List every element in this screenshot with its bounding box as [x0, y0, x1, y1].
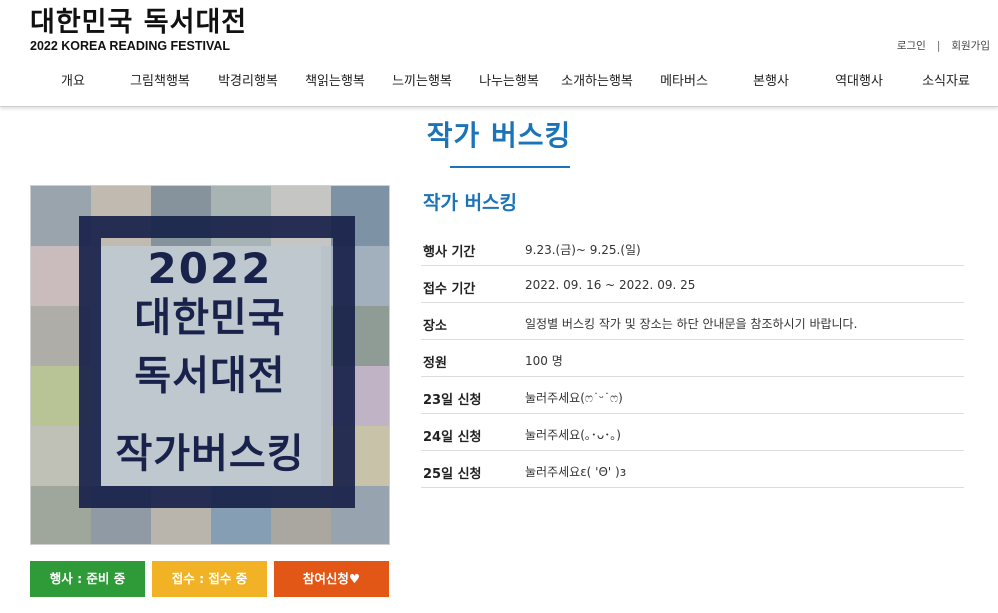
info-label: 23일 신청 — [423, 393, 482, 408]
info-row-apply-25: 25일 신청 눌러주세요ε( 'Θ' )з — [421, 451, 964, 488]
nav-item-feeling[interactable]: 느끼는행복 — [392, 70, 452, 89]
info-label: 행사 기간 — [423, 245, 476, 260]
info-row-apply-24: 24일 신청 눌러주세요(｡･ᴗ･｡) — [421, 414, 964, 451]
logo-korean: 대한민국 독서대전 — [30, 7, 248, 38]
info-table: 행사 기간 9.23.(금)~ 9.25.(일) 접수 기간 2022. 09.… — [421, 229, 964, 488]
info-label: 25일 신청 — [423, 467, 482, 482]
poster-line2: 독서대전 — [134, 353, 286, 399]
event-poster: 2022 대한민국 독서대전 작가버스킹 — [30, 185, 390, 545]
main-nav: 개요 그림책행복 박경리행복 책읽는행복 느끼는행복 나누는행복 소개하는행복 … — [0, 70, 998, 92]
info-value: 일정별 버스킹 작가 및 장소는 하단 안내문을 참조하시기 바랍니다. — [525, 317, 858, 331]
apply-23-link[interactable]: 눌러주세요(ෆ˙ᵕ˙ෆ) — [525, 389, 623, 406]
apply-24-link[interactable]: 눌러주세요(｡･ᴗ･｡) — [525, 426, 621, 443]
event-status-badge: 행사 : 준비 중 — [30, 561, 145, 597]
info-value: 2022. 09. 16 ~ 2022. 09. 25 — [525, 278, 696, 292]
info-row-apply-23: 23일 신청 눌러주세요(ෆ˙ᵕ˙ෆ) — [421, 377, 964, 414]
poster-line1: 대한민국 — [134, 295, 286, 341]
info-row-capacity: 정원 100 명 — [421, 340, 964, 377]
site-logo[interactable]: 대한민국 독서대전 2022 KOREA READING FESTIVAL — [30, 7, 248, 54]
util-menu: 로그인 | 회원가입 — [897, 38, 990, 53]
info-row-reception: 접수 기간 2022. 09. 16 ~ 2022. 09. 25 — [421, 266, 964, 303]
nav-item-park-kyungri[interactable]: 박경리행복 — [218, 70, 278, 89]
nav-item-news[interactable]: 소식자료 — [922, 70, 970, 89]
site-header: 대한민국 독서대전 2022 KOREA READING FESTIVAL 로그… — [0, 0, 998, 107]
info-title: 작가 버스킹 — [423, 192, 518, 214]
signup-link[interactable]: 회원가입 — [951, 38, 990, 53]
nav-item-past-events[interactable]: 역대행사 — [835, 70, 883, 89]
nav-item-reading[interactable]: 책읽는행복 — [305, 70, 365, 89]
nav-item-introducing[interactable]: 소개하는행복 — [561, 70, 633, 89]
nav-item-overview[interactable]: 개요 — [61, 70, 85, 89]
info-row-period: 행사 기간 9.23.(금)~ 9.25.(일) — [421, 229, 964, 266]
login-link[interactable]: 로그인 — [897, 38, 926, 53]
info-label: 24일 신청 — [423, 430, 482, 445]
nav-item-sharing[interactable]: 나누는행복 — [479, 70, 539, 89]
info-value: 100 명 — [525, 354, 563, 368]
nav-item-picture-book[interactable]: 그림책행복 — [130, 70, 190, 89]
info-row-location: 장소 일정별 버스킹 작가 및 장소는 하단 안내문을 참조하시기 바랍니다. — [421, 303, 964, 340]
nav-item-main-event[interactable]: 본행사 — [753, 70, 789, 89]
info-label: 정원 — [423, 356, 447, 371]
apply-button[interactable]: 참여신청♥ — [274, 561, 389, 597]
info-label: 장소 — [423, 319, 447, 334]
nav-item-metaverse[interactable]: 메타버스 — [660, 70, 708, 89]
reception-status-badge: 접수 : 접수 중 — [152, 561, 267, 597]
info-value: 9.23.(금)~ 9.25.(일) — [525, 243, 641, 257]
poster-year: 2022 — [147, 244, 273, 293]
info-label: 접수 기간 — [423, 282, 476, 297]
poster-line3: 작가버스킹 — [115, 431, 305, 477]
apply-25-link[interactable]: 눌러주세요ε( 'Θ' )з — [525, 463, 626, 480]
util-separator: | — [936, 39, 941, 52]
page-title: 작가 버스킹 — [426, 119, 572, 152]
logo-english: 2022 KOREA READING FESTIVAL — [30, 39, 231, 53]
title-underline — [450, 166, 570, 168]
